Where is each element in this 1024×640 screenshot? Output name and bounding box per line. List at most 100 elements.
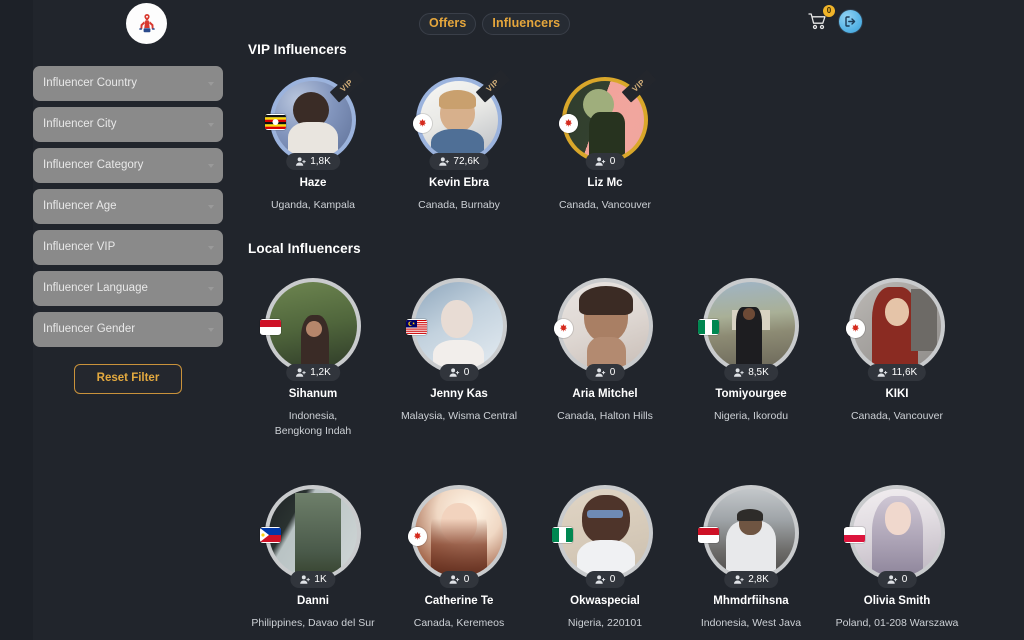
tab-offers[interactable]: Offers <box>419 13 477 35</box>
avatar-photo <box>415 489 503 578</box>
filter-influencer-language[interactable]: Influencer Language <box>33 271 223 306</box>
influencer-name: Aria Mitchel <box>572 388 638 401</box>
avatar-photo <box>707 489 795 578</box>
avatar[interactable]: 1,2K <box>260 278 361 382</box>
followers-icon <box>449 575 460 584</box>
influencer-location: Canada, Vancouver <box>850 409 944 422</box>
flag-uganda-icon <box>265 113 286 130</box>
tab-influencers[interactable]: Influencers <box>482 13 571 35</box>
filter-influencer-category[interactable]: Influencer Category <box>33 148 223 183</box>
follower-count: 0 <box>609 573 616 585</box>
follower-badge: 1K <box>290 571 336 589</box>
avatar[interactable]: 0 <box>844 485 945 589</box>
influencer-card[interactable]: VIP 72,6K Kevin Ebra Canada, Burnaby <box>386 69 532 213</box>
flag-canada-icon <box>413 113 432 133</box>
follower-count: 0 <box>463 573 470 585</box>
avatar[interactable]: 0 <box>552 485 653 589</box>
influencer-card[interactable]: 8,5K Tomiyourgee Nigeria, Ikorodu <box>678 278 824 439</box>
influencer-card[interactable]: 0 Olivia Smith Poland, 01-208 Warszawa <box>824 485 970 631</box>
vip-badge-label: VIP <box>630 77 647 94</box>
followers-icon <box>733 368 744 377</box>
chevron-down-icon <box>208 163 214 168</box>
follower-badge: 8,5K <box>724 364 778 382</box>
header-tabs: Offers Influencers <box>419 13 571 35</box>
influencer-location: Canada, Vancouver <box>558 198 652 211</box>
cart-badge: 0 <box>823 5 835 17</box>
influencer-name: Olivia Smith <box>863 595 931 608</box>
filter-influencer-gender[interactable]: Influencer Gender <box>33 312 223 347</box>
avatar[interactable]: 0 <box>406 278 507 382</box>
follower-badge: 0 <box>877 571 917 589</box>
influencer-card[interactable]: 1,2K Sihanum Indonesia, Bengkong Indah <box>240 278 386 439</box>
avatar[interactable]: VIP 72,6K <box>413 69 511 170</box>
follower-count: 0 <box>901 573 908 585</box>
avatar-photo <box>853 489 941 578</box>
followers-icon <box>295 368 306 377</box>
influencer-card[interactable]: 1K Danni Philippines, Davao del Sur <box>240 485 386 631</box>
filter-influencer-vip[interactable]: Influencer VIP <box>33 230 223 265</box>
local-influencer-row-2: 1K Danni Philippines, Davao del Sur 0 Ca… <box>240 485 1024 631</box>
flag-canada-icon <box>408 526 427 546</box>
left-rail <box>0 0 33 640</box>
flag-canada-icon <box>559 113 578 133</box>
flag-philippines-glyph <box>260 527 281 542</box>
filter-sidebar: Influencer Country Influencer City Influ… <box>33 66 223 394</box>
logo-glyph <box>138 13 155 32</box>
reset-filter-button[interactable]: Reset Filter <box>73 364 183 394</box>
follower-badge: 0 <box>439 571 479 589</box>
follower-badge: 1,2K <box>286 364 340 382</box>
influencer-name: Jenny Kas <box>430 388 488 401</box>
followers-icon <box>595 157 606 166</box>
avatar[interactable]: 8,5K <box>698 278 799 382</box>
avatar[interactable]: 1K <box>260 485 361 589</box>
avatar[interactable]: 0 <box>554 278 653 382</box>
flag-malaysia-glyph <box>406 320 427 335</box>
filter-influencer-age[interactable]: Influencer Age <box>33 189 223 224</box>
avatar[interactable]: VIP 0 <box>559 69 657 170</box>
followers-icon <box>595 368 606 377</box>
influencer-card[interactable]: VIP 1,8K Haze Uganda, Kampala <box>240 69 386 213</box>
avatar[interactable]: 11,6K <box>846 278 945 382</box>
main-content: VIP Influencers VIP 1,8K Haze Uganda, Ka… <box>240 42 1024 631</box>
influencer-card[interactable]: 2,8K Mhmdrfiihsna Indonesia, West Java <box>678 485 824 631</box>
influencer-card[interactable]: 0 Jenny Kas Malaysia, Wisma Central <box>386 278 532 439</box>
avatar[interactable]: 2,8K <box>698 485 799 589</box>
influencer-location: Canada, Burnaby <box>418 198 500 211</box>
followers-icon <box>595 575 606 584</box>
filter-label: Influencer Gender <box>43 322 136 335</box>
influencer-location: Canada, Keremeos <box>413 617 505 630</box>
filter-label: Influencer Category <box>43 158 144 171</box>
influencer-card[interactable]: 0 Catherine Te Canada, Keremeos <box>386 485 532 631</box>
influencer-location: Uganda, Kampala <box>270 198 356 211</box>
cart-button[interactable]: 0 <box>805 5 835 34</box>
reset-filter-wrap: Reset Filter <box>33 364 223 394</box>
follower-count: 11,6K <box>891 366 918 378</box>
login-button[interactable] <box>838 8 863 34</box>
followers-icon <box>300 575 310 584</box>
app-header: Offers Influencers 0 <box>0 0 1024 47</box>
influencer-card[interactable]: 11,6K KIKI Canada, Vancouver <box>824 278 970 439</box>
influencer-name: Catherine Te <box>424 595 494 608</box>
influencer-card[interactable]: 0 Aria Mitchel Canada, Halton Hills <box>532 278 678 439</box>
follower-count: 1,2K <box>310 366 331 378</box>
influencer-card[interactable]: 0 Okwaspecial Nigeria, 220101 <box>532 485 678 631</box>
vip-badge-label: VIP <box>484 77 501 94</box>
flag-nigeria-icon <box>698 319 719 336</box>
filter-influencer-city[interactable]: Influencer City <box>33 107 223 142</box>
avatar-photo <box>269 282 357 371</box>
follower-count: 1,8K <box>310 155 331 167</box>
app-logo[interactable] <box>126 3 167 44</box>
avatar[interactable]: 0 <box>408 485 507 589</box>
avatar[interactable]: VIP 1,8K <box>265 69 365 170</box>
flag-nigeria-glyph <box>552 527 573 542</box>
follower-count: 2,8K <box>748 573 769 585</box>
chevron-down-icon <box>208 286 214 291</box>
flag-indonesia-icon <box>260 319 281 336</box>
vip-section-title: VIP Influencers <box>248 42 347 57</box>
influencer-name: Liz Mc <box>587 177 623 189</box>
influencer-card[interactable]: VIP 0 Liz Mc Canada, Vancouver <box>532 69 678 213</box>
filter-influencer-country[interactable]: Influencer Country <box>33 66 223 101</box>
chevron-down-icon <box>208 245 214 250</box>
filter-label: Influencer VIP <box>43 240 116 253</box>
flag-canada-glyph <box>408 526 427 546</box>
